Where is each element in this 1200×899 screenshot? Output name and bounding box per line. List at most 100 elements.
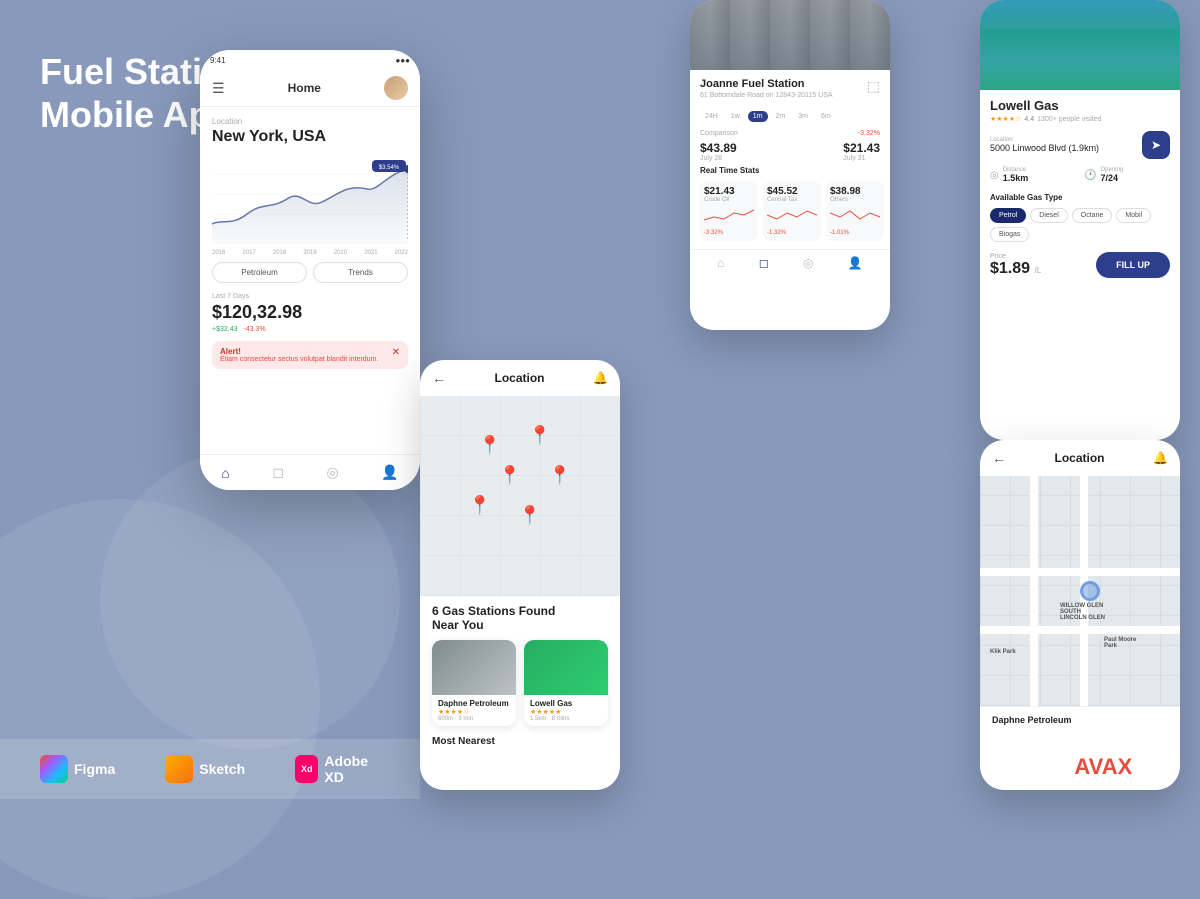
- prices-row: $43.89 July 28 $21.43 July 31: [690, 141, 890, 162]
- most-nearest-label: Most Nearest: [420, 730, 620, 751]
- station-card-daphne[interactable]: Daphne Petroleum ★★★★☆ 600m · 3 min: [432, 640, 516, 726]
- lowell-img: [524, 640, 608, 695]
- tab-6m[interactable]: 6m: [816, 111, 836, 122]
- loc2-back-icon[interactable]: ←: [992, 450, 1006, 466]
- station-card-lowell[interactable]: Lowell Gas ★★★★★ 1.5km · 8 mins: [524, 640, 608, 726]
- back-icon[interactable]: ←: [432, 370, 446, 386]
- loc2-bell-icon[interactable]: 🔔: [1153, 451, 1168, 465]
- last-days-label: Last 7 Days: [212, 293, 408, 300]
- central-price: $45.52: [767, 186, 817, 197]
- found-text: 6 Gas Stations Found Near You: [420, 596, 620, 636]
- nav-gallery-icon[interactable]: ◻: [272, 464, 284, 481]
- alert-box: Alert! Etiam consectetur sectus volutpat…: [212, 341, 408, 369]
- gas-biogas[interactable]: Biogas: [990, 227, 1029, 242]
- nav-home-icon[interactable]: ⌂: [221, 465, 229, 481]
- road-v2: [1030, 476, 1038, 706]
- tab-petroleum[interactable]: Petroleum: [212, 262, 307, 283]
- map-center-dot: [1080, 581, 1100, 601]
- star-icons: ★★★★☆: [990, 115, 1021, 123]
- realtime-label: Real Time Stats: [690, 166, 890, 175]
- home-title: Home: [288, 81, 321, 95]
- distance-icon: ◎: [990, 170, 999, 181]
- station-info: Joanne Fuel Station 61 Bottomdale Road o…: [690, 70, 890, 111]
- central-chart: [767, 205, 817, 225]
- station-photo-bg: [690, 0, 890, 70]
- fill-up-button[interactable]: FILL UP: [1096, 252, 1170, 278]
- nav-profile-icon[interactable]: 👤: [381, 464, 398, 481]
- map-pin-2[interactable]: 📍: [529, 425, 551, 446]
- joanne-nav-map[interactable]: ◎: [803, 256, 813, 270]
- tools-bar: Figma Sketch Xd Adobe XD: [0, 739, 420, 799]
- map-station-name: Daphne Petroleum: [992, 715, 1168, 725]
- phone-content: Location New York, USA: [200, 107, 420, 467]
- nav-location-icon[interactable]: ◎: [327, 464, 339, 481]
- tab-2m[interactable]: 2m: [771, 111, 791, 122]
- com-text: .com: [1144, 778, 1170, 789]
- others-chart: [830, 205, 880, 225]
- lowell-info: Lowell Gas ★★★★☆ 4.4 1300+ people visite…: [980, 90, 1180, 286]
- comparison-row: Comparison -3.32%: [690, 130, 890, 137]
- sketch-label: Sketch: [199, 761, 245, 777]
- gas-octane[interactable]: Octane: [1072, 208, 1113, 223]
- price-chart: $3.54%: [212, 154, 408, 244]
- location-label: Location: [212, 117, 408, 126]
- map-pin-5[interactable]: 📍: [519, 505, 541, 526]
- joanne-nav-home[interactable]: ⌂: [717, 256, 724, 270]
- navigate-button[interactable]: ➤: [1142, 131, 1170, 159]
- bell-icon[interactable]: 🔔: [593, 371, 608, 385]
- klik-park-label: Klik Park: [990, 649, 1016, 655]
- lowell-photo-bg: [980, 0, 1180, 90]
- loc2-header: ← Location 🔔: [980, 440, 1180, 476]
- date-left: July 28: [700, 155, 737, 162]
- lowell-phone: Lowell Gas ★★★★☆ 4.4 1300+ people visite…: [980, 0, 1180, 440]
- map-bottom-bar: Daphne Petroleum: [980, 706, 1180, 733]
- map-pin-3[interactable]: 📍: [499, 465, 521, 486]
- tool-figma[interactable]: Figma: [40, 755, 115, 783]
- lowell-rating: ★★★★☆ 4.4 1300+ people visited: [990, 115, 1170, 123]
- joanne-station-name: Joanne Fuel Station: [700, 78, 833, 90]
- price-left: $43.89: [700, 141, 737, 155]
- sketch-icon: [165, 755, 193, 783]
- price-right-block: $21.43 July 31: [843, 141, 880, 162]
- info-row: ◎ Distance 1.5km 🕐 Opening 7/24: [990, 167, 1170, 183]
- tab-24h[interactable]: 24H: [700, 111, 723, 122]
- comparison-change: -3.32%: [858, 130, 880, 137]
- tab-trends[interactable]: Trends: [313, 262, 408, 283]
- amount-changes: +$32.43 -43.3%: [212, 326, 408, 333]
- crude-chart: [704, 205, 754, 225]
- stat-others: $38.98 Others -1.01%: [826, 181, 884, 241]
- station-photo: [690, 0, 890, 70]
- avatar[interactable]: [384, 76, 408, 100]
- map-pin-1[interactable]: 📍: [479, 435, 501, 456]
- tab-1w[interactable]: 1w: [726, 111, 745, 122]
- map-pin-6[interactable]: 📍: [469, 495, 491, 516]
- price-row: Price $1.89 /L FILL UP: [990, 252, 1170, 278]
- crude-price: $21.43: [704, 186, 754, 197]
- map-pin-4[interactable]: 📍: [549, 465, 571, 486]
- phone-header: ☰ Home: [200, 70, 420, 107]
- daphne-name: Daphne Petroleum: [438, 699, 510, 708]
- gas-petrol[interactable]: Petrol: [990, 208, 1026, 223]
- joanne-nav-user[interactable]: 👤: [848, 256, 863, 270]
- tab-3m[interactable]: 3m: [793, 111, 813, 122]
- tool-xd[interactable]: Xd Adobe XD: [295, 753, 380, 785]
- svg-text:$3.54%: $3.54%: [379, 165, 400, 171]
- gas-mobil[interactable]: Mobil: [1116, 208, 1151, 223]
- watermark-brand: AVAX GFX: [1074, 756, 1170, 778]
- price-block: Price $1.89 /L: [990, 253, 1041, 278]
- gas-diesel[interactable]: Diesel: [1030, 208, 1067, 223]
- xd-label: Adobe XD: [324, 753, 380, 785]
- alert-close-icon[interactable]: ✕: [392, 347, 400, 358]
- tool-sketch[interactable]: Sketch: [165, 755, 245, 783]
- chart-tabs: Petroleum Trends: [212, 262, 408, 283]
- distance-block: Distance 1.5km: [1003, 167, 1029, 183]
- rating-label: 1300+ people visited: [1037, 116, 1101, 123]
- joanne-phone: Joanne Fuel Station 61 Bottomdale Road o…: [690, 0, 890, 330]
- gas-types: Petrol Diesel Octane Mobil Biogas: [990, 208, 1170, 242]
- full-map: WILLOW GLENSOUTHLINCOLN GLEN Klik Park P…: [980, 476, 1180, 706]
- tab-1m[interactable]: 1m: [748, 111, 768, 122]
- share-icon[interactable]: ⬚: [867, 78, 880, 95]
- chart-years: 2016201720182019202020212022: [212, 250, 408, 256]
- joanne-nav-gallery[interactable]: ◻: [759, 256, 769, 270]
- hamburger-icon[interactable]: ☰: [212, 80, 225, 97]
